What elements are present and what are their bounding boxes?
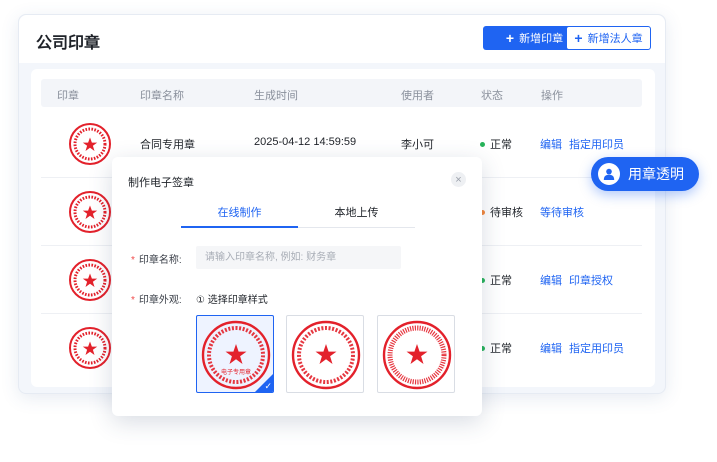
- col-status: 状态: [481, 90, 503, 102]
- seal-style-preview: [291, 320, 361, 390]
- col-seal-name: 印章名称: [140, 90, 184, 102]
- status-badge: 待审核: [480, 204, 523, 220]
- seal-name-label: * 印章名称:: [131, 255, 182, 266]
- step-hint: ① 选择印章样式: [196, 295, 268, 306]
- seal-style-option[interactable]: 电子专用章 ✓: [196, 315, 274, 393]
- status-badge: 正常: [480, 272, 512, 288]
- pending-review-link[interactable]: 等待审核: [540, 204, 584, 220]
- status-dot: [480, 141, 485, 147]
- col-actions: 操作: [541, 90, 563, 102]
- transparent-seal-usage-badge[interactable]: 用章透明: [591, 157, 699, 191]
- create-e-seal-dialog: 制作电子签章 × 在线制作 本地上传 *印章名称: *印章外观: ① 选择印章样…: [112, 157, 482, 416]
- edit-link[interactable]: 编辑: [540, 340, 562, 356]
- status-badge: 正常: [480, 340, 512, 356]
- user-icon: [598, 163, 620, 185]
- seal-user: 李小可: [401, 139, 434, 151]
- tab-bar: 在线制作 本地上传: [181, 203, 415, 228]
- seal-image: [69, 191, 111, 233]
- panel-header: 公司印章 + 新增印章 + 新增法人章: [19, 15, 665, 63]
- seal-image: [69, 259, 111, 301]
- new-seal-label: 新增印章: [519, 33, 564, 45]
- status-badge: 正常: [480, 136, 512, 152]
- status-text: 正常: [490, 139, 512, 151]
- badge-label: 用章透明: [628, 166, 684, 182]
- table-header: 印章 印章名称 生成时间 使用者 状态 操作: [41, 79, 642, 107]
- seal-image: [69, 327, 111, 369]
- edit-link[interactable]: 编辑: [540, 136, 562, 152]
- created-time: 2025-04-12 14:59:59: [254, 136, 357, 148]
- seal-name-input[interactable]: [196, 246, 401, 269]
- col-user: 使用者: [401, 90, 434, 102]
- seal-style-option[interactable]: [286, 315, 364, 393]
- edit-link[interactable]: 编辑: [540, 272, 562, 288]
- col-created-time: 生成时间: [254, 90, 298, 102]
- new-legal-seal-button[interactable]: + 新增法人章: [566, 26, 651, 50]
- assign-operator-link[interactable]: 指定用印员: [569, 136, 624, 152]
- seal-name: 合同专用章: [140, 139, 195, 151]
- status-text: 待审核: [490, 207, 523, 219]
- dialog-title: 制作电子签章: [128, 177, 194, 189]
- seal-style-preview: [382, 320, 452, 390]
- plus-icon: +: [574, 30, 583, 46]
- svg-text:电子专用章: 电子专用章: [221, 368, 251, 376]
- check-icon: ✓: [264, 381, 272, 391]
- close-icon[interactable]: ×: [451, 172, 466, 187]
- col-seal: 印章: [57, 90, 79, 102]
- tab-local-upload[interactable]: 本地上传: [298, 204, 415, 228]
- seal-style-option[interactable]: [377, 315, 455, 393]
- status-text: 正常: [490, 343, 512, 355]
- new-legal-seal-label: 新增法人章: [587, 33, 643, 45]
- status-text: 正常: [490, 275, 512, 287]
- seal-authorize-link[interactable]: 印章授权: [569, 272, 613, 288]
- tab-online-create[interactable]: 在线制作: [181, 204, 298, 228]
- plus-icon: +: [505, 30, 515, 46]
- screen: 公司印章 + 新增印章 + 新增法人章 印章 印章名称 生成时间 使用者 状态 …: [0, 0, 717, 462]
- seal-image: [69, 123, 111, 165]
- page-title: 公司印章: [36, 35, 101, 52]
- assign-operator-link[interactable]: 指定用印员: [569, 340, 624, 356]
- seal-appearance-label: * 印章外观:: [131, 295, 182, 306]
